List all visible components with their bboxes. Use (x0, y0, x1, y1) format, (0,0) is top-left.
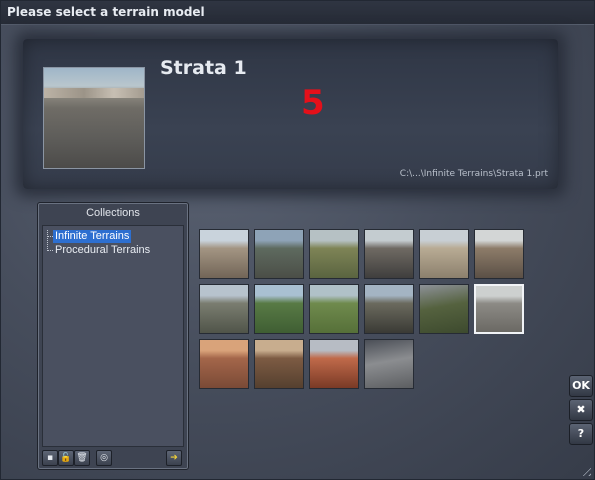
delete-collection-button[interactable]: 🗑 (74, 450, 90, 466)
ok-button[interactable]: OK (569, 375, 593, 397)
arrow-right-icon: ➔ (170, 453, 178, 463)
terrain-thumbnail[interactable] (309, 284, 359, 334)
terrain-thumbnail[interactable] (199, 284, 249, 334)
model-name: Strata 1 (160, 57, 247, 79)
terrain-thumbnail[interactable] (474, 229, 524, 279)
preview-thumbnail (43, 67, 145, 169)
globe-icon: ◎ (100, 453, 108, 463)
terrain-thumbnail[interactable] (254, 229, 304, 279)
lock-icon: 🔓 (60, 453, 72, 463)
collection-item-procedural-terrains[interactable]: Procedural Terrains (53, 244, 152, 257)
help-button[interactable]: ? (569, 423, 593, 445)
tree-connector (47, 230, 48, 251)
title-bar[interactable]: Please select a terrain model (1, 1, 594, 25)
terrain-thumbnail[interactable] (254, 284, 304, 334)
collections-panel: Collections Infinite Terrains Procedural… (37, 202, 189, 470)
preview-panel: Strata 1 5 C:\...\Infinite Terrains\Stra… (23, 39, 558, 189)
terrain-thumbnail[interactable] (309, 339, 359, 389)
new-collection-button[interactable]: ▪ (42, 450, 58, 466)
go-collection-button[interactable]: ➔ (166, 450, 182, 466)
dialog-title: Please select a terrain model (7, 5, 205, 19)
model-count: 5 (301, 83, 325, 123)
preview-ridge (44, 88, 144, 98)
terrain-thumbnail[interactable] (364, 284, 414, 334)
terrain-thumbnail[interactable] (199, 339, 249, 389)
model-file-path: C:\...\Infinite Terrains\Strata 1.prt (399, 169, 548, 179)
collections-header: Collections (86, 207, 140, 219)
terrain-thumbnail[interactable] (254, 339, 304, 389)
terrain-thumbnail[interactable] (419, 229, 469, 279)
terrain-thumbnail[interactable] (199, 229, 249, 279)
trash-icon: 🗑 (76, 453, 88, 463)
resize-grip-icon[interactable] (579, 464, 591, 476)
page-icon: ▪ (46, 453, 54, 463)
terrain-thumbnail[interactable] (364, 339, 414, 389)
terrain-thumbnail[interactable] (364, 229, 414, 279)
collections-tree: Infinite Terrains Procedural Terrains (42, 225, 184, 447)
browse-collection-button[interactable]: ◎ (96, 450, 112, 466)
collection-item-infinite-terrains[interactable]: Infinite Terrains (53, 230, 132, 243)
cancel-button[interactable]: ✖ (569, 399, 593, 421)
terrain-select-dialog: Please select a terrain model Strata 1 5… (0, 0, 595, 480)
terrain-thumbnail[interactable] (419, 284, 469, 334)
lock-collection-button[interactable]: 🔓 (58, 450, 74, 466)
terrain-thumbnail[interactable] (309, 229, 359, 279)
terrain-thumbnail[interactable] (474, 284, 524, 334)
